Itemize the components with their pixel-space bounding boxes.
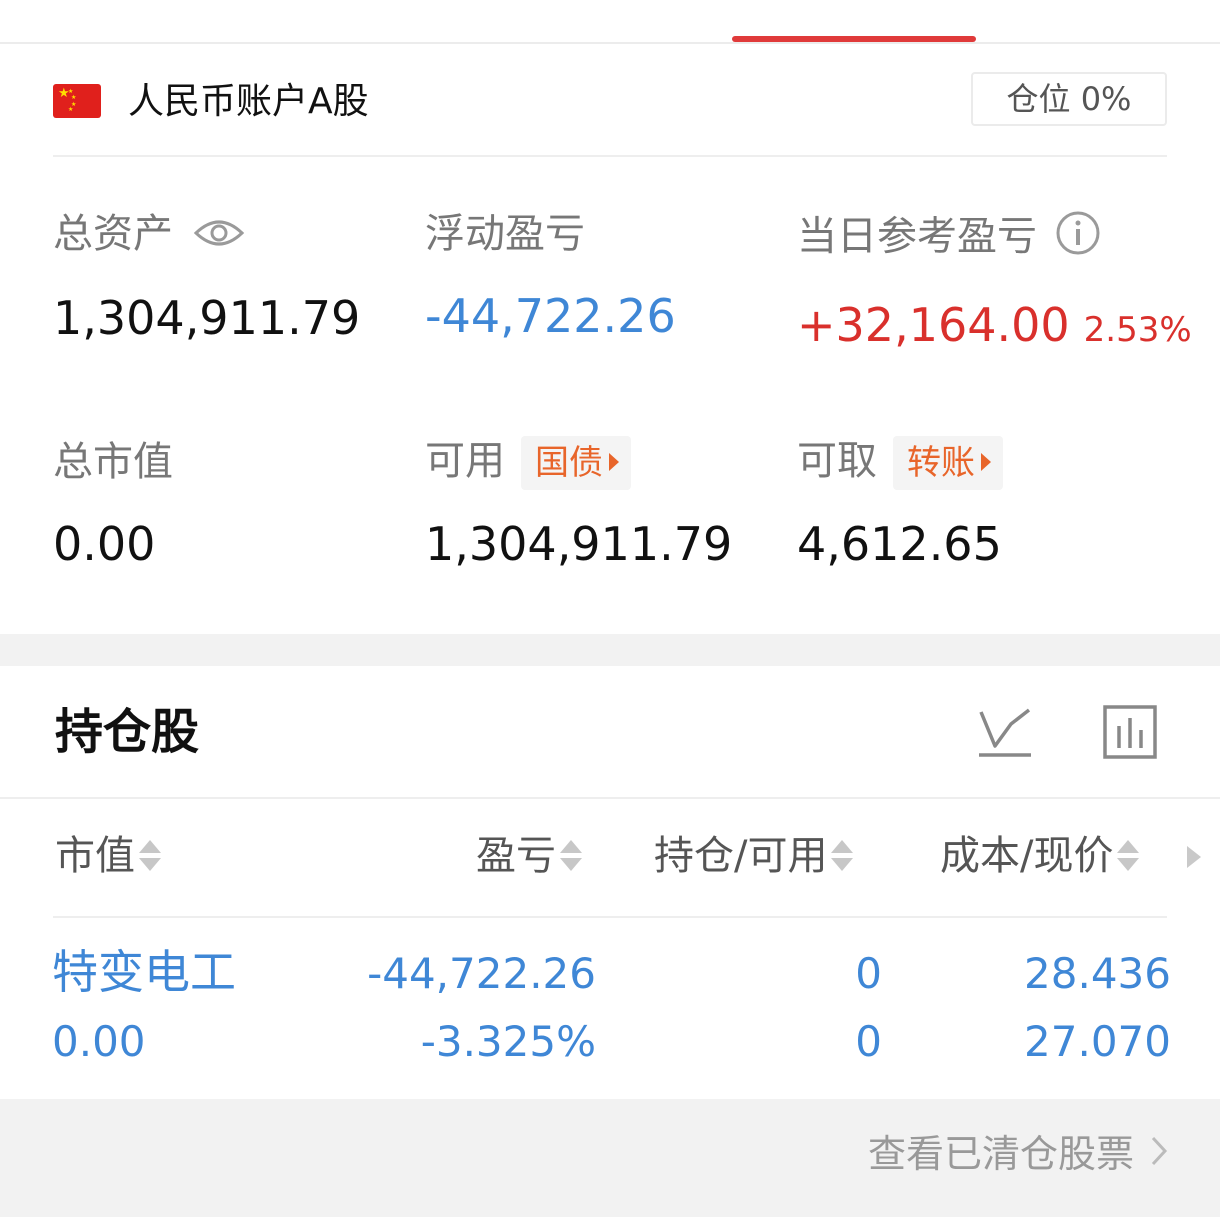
sort-icon xyxy=(139,836,161,876)
column-header-cost-price[interactable]: 成本/现价 xyxy=(940,830,1140,882)
info-icon[interactable] xyxy=(1055,210,1101,267)
column-header-label: 成本/现价 xyxy=(940,833,1114,879)
column-header-position[interactable]: 持仓/可用 xyxy=(654,830,854,882)
transfer-tag-label: 转账 xyxy=(907,443,975,483)
stock-name: 特变电工 xyxy=(52,945,236,999)
sort-icon xyxy=(560,836,582,876)
available-label-row: 可用 国债 xyxy=(425,436,732,490)
eye-icon[interactable] xyxy=(193,212,245,260)
withdrawable-label-row: 可取 转账 xyxy=(797,436,1003,490)
scroll-right-icon[interactable] xyxy=(1187,846,1201,868)
withdrawable-value: 4,612.65 xyxy=(797,517,1002,571)
active-tab-indicator xyxy=(732,36,976,42)
treasury-bond-tag-label: 国债 xyxy=(535,443,603,483)
available-label: 可用 xyxy=(425,438,505,484)
footer: 查看已清仓股票 xyxy=(0,1099,1220,1217)
column-header-pnl[interactable]: 盈亏 xyxy=(476,830,582,882)
sort-icon xyxy=(1117,836,1140,876)
stock-available: 0 xyxy=(855,1017,882,1066)
total-assets-label-row: 总资产 xyxy=(53,210,360,260)
section-separator xyxy=(0,634,1220,666)
floating-pnl: 浮动盈亏 -44,722.26 xyxy=(425,210,676,344)
divider xyxy=(0,797,1220,799)
column-header-label: 盈亏 xyxy=(476,833,556,879)
chevron-right-icon xyxy=(1150,1129,1168,1179)
holdings-title: 持仓股 xyxy=(55,704,200,760)
available-value: 1,304,911.79 xyxy=(425,517,733,571)
total-assets-value: 1,304,911.79 xyxy=(53,291,361,345)
floating-pnl-value: -44,722.26 xyxy=(425,289,676,343)
trend-chart-icon[interactable] xyxy=(977,704,1033,764)
china-flag-icon: ★ ★ ★ ★ ★ xyxy=(53,84,101,118)
caret-right-icon xyxy=(981,452,991,471)
column-header-label: 市值 xyxy=(55,833,135,879)
daily-pnl-value: +32,164.00 xyxy=(797,298,1070,352)
transfer-tag[interactable]: 转账 xyxy=(893,436,1003,490)
daily-pnl-value-row: +32,164.00 2.53% xyxy=(797,297,1192,358)
treasury-bond-tag[interactable]: 国债 xyxy=(521,436,631,490)
daily-pnl-percent: 2.53% xyxy=(1083,310,1192,350)
stock-price: 27.070 xyxy=(1024,1017,1171,1066)
withdrawable-label: 可取 xyxy=(797,438,877,484)
available-funds: 可用 国债 1,304,911.79 xyxy=(425,436,732,572)
position-button[interactable]: 仓位 0% xyxy=(971,72,1167,126)
floating-pnl-label: 浮动盈亏 xyxy=(425,211,585,257)
account-header: ★ ★ ★ ★ ★ 人民币账户A股 仓位 0% xyxy=(0,44,1220,156)
account-title: 人民币账户A股 xyxy=(128,81,369,122)
market-value-value: 0.00 xyxy=(53,517,156,571)
view-cleared-stocks-label: 查看已清仓股票 xyxy=(867,1132,1134,1176)
total-assets-label: 总资产 xyxy=(53,211,173,257)
bar-chart-icon[interactable] xyxy=(1102,704,1158,764)
sort-icon xyxy=(831,836,854,876)
daily-pnl-label-row: 当日参考盈亏 xyxy=(797,210,1192,267)
daily-pnl-label: 当日参考盈亏 xyxy=(797,213,1037,260)
divider xyxy=(53,916,1167,918)
stock-pnl: -44,722.26 xyxy=(367,949,596,998)
market-value: 总市值 0.00 xyxy=(53,438,173,572)
divider xyxy=(53,155,1167,157)
market-value-label: 总市值 xyxy=(53,439,173,485)
stock-market-value: 0.00 xyxy=(52,1017,146,1066)
stock-cost: 28.436 xyxy=(1024,949,1171,998)
stock-pnl-percent: -3.325% xyxy=(420,1017,596,1066)
view-cleared-stocks-link[interactable]: 查看已清仓股票 xyxy=(868,1129,1168,1182)
column-header-label: 持仓/可用 xyxy=(654,833,828,879)
withdrawable-funds: 可取 转账 4,612.65 xyxy=(797,436,1003,572)
stock-position: 0 xyxy=(855,949,882,998)
daily-pnl: 当日参考盈亏 +32,164.00 2.53% xyxy=(797,210,1192,358)
top-tab-bar xyxy=(0,0,1220,44)
caret-right-icon xyxy=(609,452,619,471)
column-header-market-value[interactable]: 市值 xyxy=(55,830,161,882)
total-assets: 总资产 1,304,911.79 xyxy=(53,210,360,346)
